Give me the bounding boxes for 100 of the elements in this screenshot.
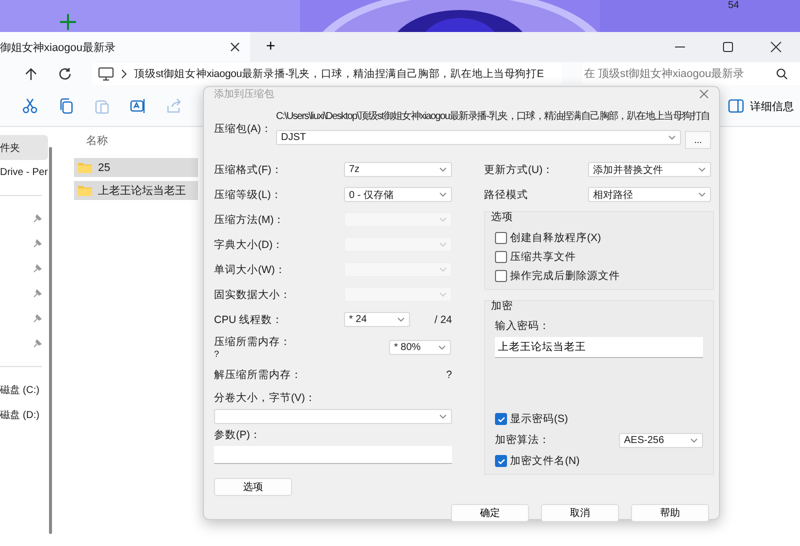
checkbox-label: 显示密码(S) [510, 412, 568, 426]
caret-icon [439, 267, 447, 272]
caret-icon [698, 192, 706, 197]
details-pane-icon [728, 99, 744, 113]
refresh-icon[interactable] [58, 67, 72, 81]
field-label: 固实数据大小： [214, 288, 292, 302]
tab-title: 御姐女神xiaogou最新录 [0, 40, 117, 54]
pin-icon[interactable] [32, 314, 42, 324]
checkbox[interactable] [495, 251, 507, 263]
field-label: 压缩所需内存： [214, 335, 292, 349]
pin-icon[interactable] [32, 338, 42, 348]
caret-icon [439, 167, 447, 172]
checkbox-label: 压缩共享文件 [510, 250, 576, 264]
address-path: 顶级st御姐女神xiaogou最新录播-乳夹，口球，精油捏满自己胸部，趴在地上当母狗打E [134, 67, 544, 81]
search-field[interactable]: 在 顶级st御姐女神xiaogou最新录 [582, 63, 800, 85]
caret-icon [438, 344, 446, 350]
caret-icon [439, 192, 447, 197]
folder-row[interactable]: 上老王论坛当老王 [74, 181, 198, 200]
maximize-icon[interactable] [722, 41, 734, 53]
browse-button[interactable]: ... [685, 131, 711, 149]
caret-icon [698, 167, 706, 172]
caret-icon [439, 292, 447, 297]
sidebar-item[interactable]: 件夹 [0, 135, 48, 160]
desktop-text: 54 [728, 0, 740, 12]
close-icon[interactable] [770, 41, 782, 53]
up-arrow-icon[interactable] [24, 67, 38, 81]
field-label: 更新方式(U)： [484, 162, 555, 176]
field-label: 压缩等级(L)： [214, 188, 283, 202]
field-label: 参数(P)： [214, 428, 262, 442]
caret-icon [690, 438, 698, 442]
sidebar-item[interactable]: 磁盘 (C:) [0, 377, 48, 402]
field-label: 压缩格式(F)： [214, 162, 284, 176]
new-tab-button[interactable]: + [260, 38, 282, 56]
dropdown[interactable]: 相对路径 [588, 187, 711, 202]
checkbox[interactable] [495, 232, 507, 244]
pin-icon[interactable] [32, 214, 42, 224]
caret-icon [397, 317, 405, 322]
pin-icon[interactable] [32, 238, 42, 248]
search-icon [776, 68, 788, 80]
field-label: 输入密码： [495, 319, 551, 333]
dropdown[interactable]: * 80% [389, 340, 451, 354]
monitor-icon [98, 67, 114, 81]
chevron-icon [120, 69, 128, 79]
dropdown[interactable]: 0 - 仅存储 [344, 187, 452, 202]
details-button[interactable]: 详细信息 [728, 98, 794, 114]
caret-icon [668, 134, 676, 140]
checkbox[interactable] [495, 270, 507, 282]
checkbox-label: 创建自释放程序(X) [510, 231, 601, 245]
close-icon[interactable] [230, 42, 240, 52]
browser-tab[interactable]: 御姐女神xiaogou最新录 [0, 32, 250, 62]
memory-value: ? [214, 349, 220, 359]
caret-icon [439, 414, 447, 419]
field-label: 压缩方法(M)： [214, 212, 286, 226]
dialog-button[interactable]: 取消 [541, 504, 619, 522]
dialog-button[interactable]: 帮助 [631, 504, 709, 522]
checkbox-label: 加密文件名(N) [510, 454, 580, 468]
pin-icon[interactable] [32, 264, 42, 274]
dialog-title: 添加到压缩包 [214, 88, 274, 101]
rename-icon[interactable] [130, 98, 146, 114]
pin-icon[interactable] [32, 288, 42, 298]
archive-path: C:\Users\liuxi\Desktop\顶级st御姐女神xiaogou最新录播-乳夹，口球，精油捏满自己胸部，趴在地上当母狗打自 [276, 110, 710, 123]
field-label: 分卷大小，字节(V)： [214, 391, 317, 405]
field-label: 加密算法： [495, 433, 551, 447]
check-icon [496, 414, 506, 424]
parameters-field[interactable] [214, 446, 452, 464]
field-label: 单词大小(W)： [214, 262, 287, 276]
password-field[interactable]: 上老王论坛当老王 [495, 337, 703, 358]
field-label: 解压缩所需内存： [214, 368, 303, 382]
field-label: 路径模式 [484, 188, 529, 202]
folder-name: 上老王论坛当老王 [98, 184, 186, 198]
dropdown[interactable]: 添加并替换文件 [588, 162, 711, 177]
crosshair-cursor-icon [60, 14, 76, 30]
sidebar-item[interactable]: 磁盘 (D:) [0, 402, 48, 427]
dropdown[interactable]: * 24 [344, 312, 410, 327]
dropdown[interactable]: 7z [344, 162, 452, 177]
group-title: 选项 [491, 210, 514, 224]
check-icon [496, 456, 506, 466]
thread-total: / 24 [434, 314, 452, 326]
sidebar-item[interactable]: Drive - Per [0, 160, 48, 185]
copy-icon[interactable] [58, 98, 74, 114]
checkbox-label: 操作完成后删除源文件 [510, 269, 620, 283]
dropdown[interactable]: AES-256 [619, 432, 703, 448]
address-bar[interactable]: 顶级st御姐女神xiaogou最新录播-乳夹，口球，精油捏满自己胸部，趴在地上当母狗打E [92, 63, 562, 85]
checkbox[interactable] [495, 413, 507, 425]
caret-icon [439, 242, 447, 247]
group-title: 加密 [491, 299, 514, 313]
folder-row[interactable]: 25 [74, 158, 198, 177]
memory-value: ? [446, 368, 452, 380]
folder-name: 25 [98, 162, 110, 174]
folder-icon [78, 185, 92, 196]
field-label: CPU 线程数： [214, 312, 284, 326]
folder-icon [78, 162, 92, 173]
caret-icon [439, 217, 447, 222]
archive-label: 压缩包(A)： [214, 122, 272, 136]
checkbox[interactable] [495, 455, 507, 467]
field-label: 字典大小(D)： [214, 238, 285, 252]
archive-name-combo[interactable]: DJST [276, 130, 681, 144]
dialog-button[interactable]: 确定 [451, 504, 529, 522]
cut-icon[interactable] [22, 98, 38, 114]
options-button[interactable]: 选项 [214, 478, 292, 496]
